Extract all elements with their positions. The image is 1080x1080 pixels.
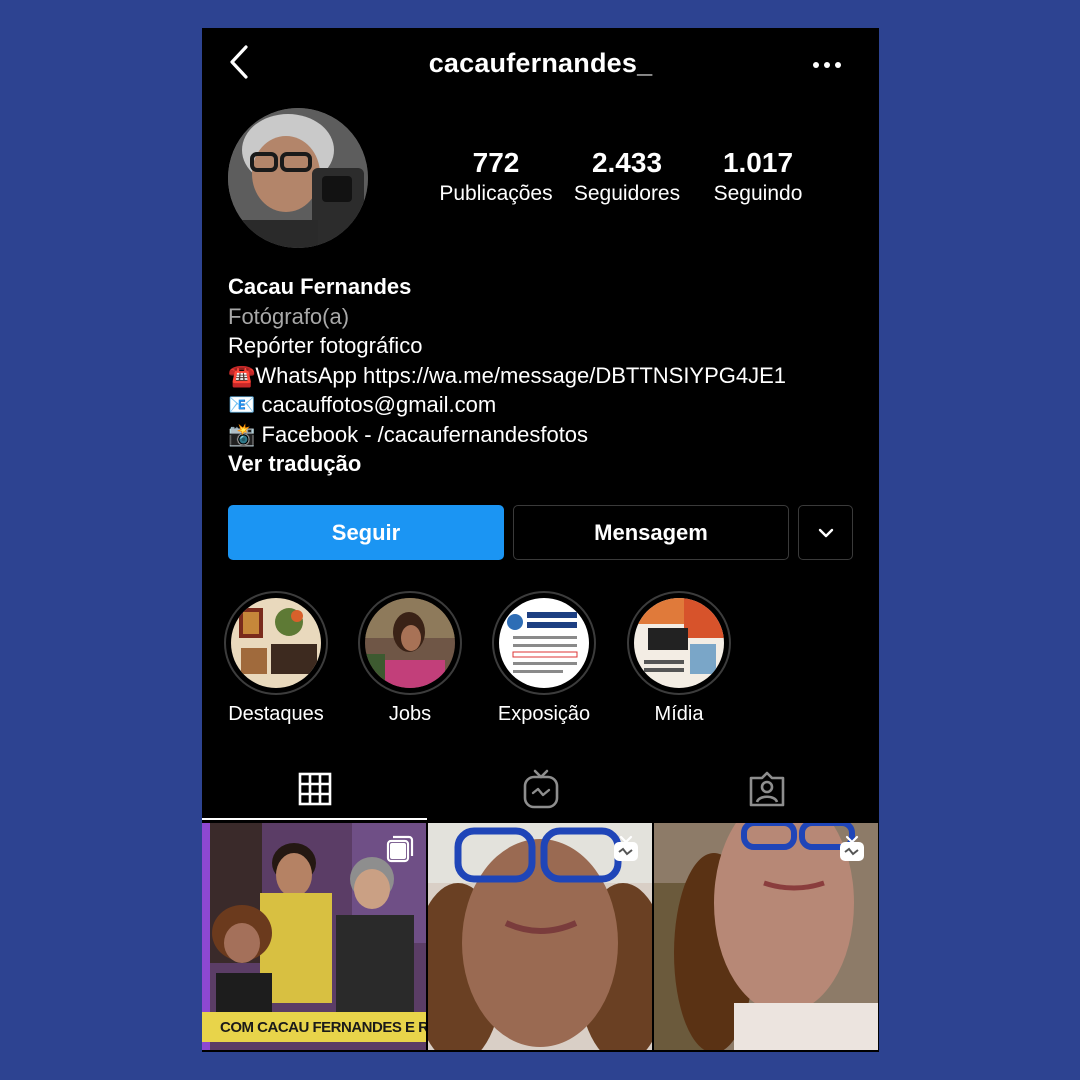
top-bar: cacaufernandes_	[202, 28, 879, 102]
highlight-ring	[627, 591, 731, 695]
post-caption-overlay: COM CACAU FERNANDES E RODR	[202, 1012, 426, 1042]
followers-count-label: Seguidores	[573, 182, 681, 205]
profile-tabs	[202, 758, 879, 820]
profile-name: Cacau Fernandes	[228, 274, 412, 299]
highlight-cover	[365, 598, 455, 688]
highlight-label: Exposição	[497, 703, 591, 725]
igtv-icon	[523, 769, 558, 809]
more-horizontal-icon	[813, 62, 841, 68]
bio-facebook: 📸 Facebook - /cacaufernandesfotos	[228, 421, 589, 447]
followers-count-value: 2.433	[591, 147, 663, 178]
message-button[interactable]: Mensagem	[513, 505, 789, 560]
profile-category: Fotógrafo(a)	[228, 303, 350, 329]
highlight-cover	[231, 598, 321, 688]
suggested-accounts-button[interactable]	[798, 505, 853, 560]
see-translation-link[interactable]: Ver tradução	[228, 449, 868, 479]
posts-count-label: Publicações	[439, 182, 553, 205]
tagged-icon	[749, 771, 784, 807]
post-thumbnail[interactable]	[654, 823, 878, 1050]
bio-line: Repórter fotográfico	[228, 333, 423, 358]
highlight-label: Jobs	[388, 703, 432, 725]
igtv-icon	[614, 835, 638, 861]
highlight-ring	[358, 591, 462, 695]
highlight-exposicao[interactable]: Exposição	[492, 591, 596, 726]
highlight-ring	[224, 591, 328, 695]
igtv-icon	[840, 835, 864, 861]
highlight-midia[interactable]: Mídia	[627, 591, 731, 726]
chevron-down-icon	[818, 528, 833, 537]
highlight-label: Mídia	[654, 703, 704, 725]
profile-bio: Cacau Fernandes Fotógrafo(a) Repórter fo…	[228, 272, 868, 479]
profile-username: cacaufernandes_	[428, 48, 653, 78]
tab-posts-grid[interactable]	[202, 758, 427, 820]
multiple-posts-icon	[386, 835, 414, 863]
posts-count: 772 Publicações	[434, 146, 558, 208]
highlight-cover	[499, 598, 589, 688]
followers-count[interactable]: 2.433 Seguidores	[564, 146, 690, 208]
following-count[interactable]: 1.017 Seguindo	[702, 146, 814, 208]
grid-icon	[298, 772, 331, 806]
more-options-button[interactable]	[810, 52, 844, 78]
highlight-destaques[interactable]: Destaques	[224, 591, 328, 726]
post-thumbnail[interactable]: COM CACAU FERNANDES E RODR	[202, 823, 426, 1050]
bio-whatsapp-link[interactable]: ☎️WhatsApp https://wa.me/message/DBTTNSI…	[228, 361, 868, 391]
post-thumbnail[interactable]	[428, 823, 652, 1050]
tab-igtv[interactable]	[428, 758, 653, 820]
follow-button[interactable]: Seguir	[228, 505, 504, 560]
active-tab-indicator	[202, 818, 427, 820]
profile-screen: cacaufernandes_ 772 Publicações 2.433 Se…	[202, 28, 879, 1052]
profile-stats: 772 Publicações 2.433 Seguidores 1.017 S…	[202, 146, 879, 236]
posts-grid: COM CACAU FERNANDES E RODR	[202, 823, 879, 1052]
highlight-jobs[interactable]: Jobs	[358, 591, 462, 726]
following-count-value: 1.017	[722, 147, 794, 178]
following-count-label: Seguindo	[713, 182, 803, 205]
tab-tagged[interactable]	[654, 758, 879, 820]
posts-count-value: 772	[472, 147, 520, 178]
highlight-label: Destaques	[228, 703, 324, 725]
highlight-cover	[634, 598, 724, 688]
bio-email: 📧 cacauffotos@gmail.com	[228, 392, 497, 417]
highlight-ring	[492, 591, 596, 695]
